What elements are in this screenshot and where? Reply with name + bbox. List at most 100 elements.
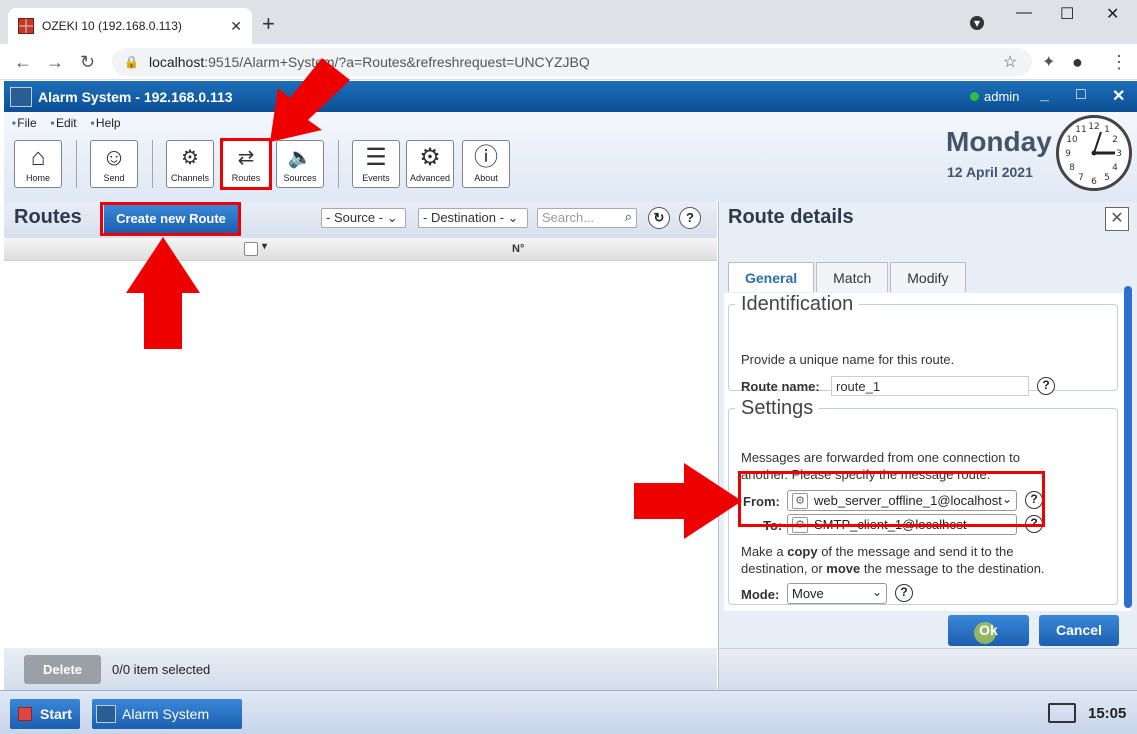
- chevron-down-icon[interactable]: ▾: [262, 241, 267, 252]
- channels-button[interactable]: ⚙ Channels: [166, 140, 214, 188]
- keyboard-icon[interactable]: [1048, 703, 1076, 723]
- profile-dropdown-icon[interactable]: ▾: [970, 16, 984, 30]
- route-name-label: Route name:: [741, 379, 820, 394]
- chevron-down-icon: ⌄: [386, 210, 398, 225]
- taskbar-item-label: Alarm System: [122, 706, 210, 722]
- toolbar-separator: [76, 140, 77, 188]
- events-button[interactable]: ☰ Events: [352, 140, 400, 188]
- mode-desc-text: destination, or: [741, 561, 827, 576]
- analog-clock-icon: 12 12 345 678 91011: [1056, 115, 1132, 191]
- app-title-bar: Alarm System - 192.168.0.113 admin _ □ ✕: [4, 81, 1137, 112]
- tab-general[interactable]: General: [728, 262, 815, 292]
- app-close-icon[interactable]: ✕: [1112, 86, 1125, 106]
- chevron-down-icon: ⌄: [871, 585, 882, 599]
- app-logo-icon: [10, 86, 32, 107]
- routes-header: Routes Create new Route - Source - ⌄ - D…: [4, 202, 717, 238]
- help-icon[interactable]: ?: [895, 584, 913, 602]
- close-details-button[interactable]: ✕: [1105, 207, 1129, 231]
- mode-desc-move: move: [826, 561, 861, 576]
- minimize-window-icon[interactable]: —: [1016, 4, 1032, 22]
- search-input[interactable]: Search... ⌕: [537, 208, 637, 228]
- back-icon[interactable]: ←: [14, 52, 32, 73]
- current-day: Monday: [946, 126, 1052, 157]
- svg-text:2: 2: [1112, 135, 1118, 145]
- events-list-icon: ☰: [365, 144, 387, 171]
- maximize-window-icon[interactable]: ☐: [1060, 4, 1074, 24]
- mode-select[interactable]: Move ⌄: [787, 583, 887, 604]
- new-tab-icon[interactable]: +: [262, 13, 275, 35]
- mode-description-line-2: destination, or move the message to the …: [741, 561, 1045, 576]
- chevron-down-icon: ⌄: [507, 210, 519, 225]
- start-label: Start: [40, 706, 72, 722]
- source-filter-select[interactable]: - Source - ⌄: [321, 208, 406, 228]
- about-button[interactable]: ⓘ About: [462, 140, 510, 188]
- arrow-right-icon: [634, 463, 742, 539]
- reload-icon[interactable]: ↻: [80, 52, 95, 73]
- profile-icon[interactable]: ●: [1072, 52, 1083, 73]
- gear-icon: ⚙: [419, 144, 441, 171]
- events-label: Events: [362, 173, 390, 183]
- mode-desc-copy: copy: [787, 544, 818, 559]
- refresh-button[interactable]: ↻: [648, 207, 670, 229]
- route-name-input[interactable]: route_1: [831, 376, 1029, 396]
- user-indicator[interactable]: admin: [970, 89, 1019, 104]
- destination-filter-select[interactable]: - Destination - ⌄: [418, 208, 528, 228]
- help-button[interactable]: ?: [679, 207, 701, 229]
- settings-legend: Settings: [741, 397, 814, 419]
- close-window-icon[interactable]: ✕: [1106, 4, 1119, 24]
- search-placeholder: Search...: [542, 210, 595, 225]
- taskbar-item-alarm-system[interactable]: Alarm System: [92, 699, 242, 729]
- svg-text:8: 8: [1069, 163, 1075, 173]
- taskbar-clock: 15:05: [1088, 705, 1127, 722]
- ok-label: Ok: [979, 622, 998, 638]
- svg-text:11: 11: [1075, 125, 1086, 135]
- tab-modify[interactable]: Modify: [890, 262, 966, 292]
- extensions-icon[interactable]: ✦: [1042, 52, 1055, 72]
- home-button[interactable]: ⌂ Home: [14, 140, 62, 188]
- mode-desc-text: the message to the destination.: [860, 561, 1045, 576]
- url-field[interactable]: 🔒 localhost:9515/Alarm+System/?a=Routes&…: [112, 48, 1032, 76]
- number-column-header[interactable]: N°: [512, 243, 524, 255]
- cancel-button[interactable]: Cancel: [1039, 615, 1119, 646]
- current-date: 12 April 2021: [947, 164, 1033, 180]
- ok-button[interactable]: Ok: [948, 615, 1029, 646]
- svg-text:12: 12: [1088, 122, 1099, 132]
- browser-tab[interactable]: OZEKI 10 (192.168.0.113) ✕: [8, 8, 252, 44]
- bookmark-star-icon[interactable]: ☆: [1003, 52, 1017, 72]
- forward-icon[interactable]: →: [46, 52, 64, 73]
- send-button[interactable]: ☺ Send: [90, 140, 138, 188]
- menu-file[interactable]: File: [12, 116, 36, 130]
- mode-desc-text: Make a: [741, 544, 788, 559]
- identification-legend: Identification: [741, 293, 854, 315]
- menu-help[interactable]: Help: [91, 116, 121, 130]
- svg-text:3: 3: [1116, 149, 1122, 159]
- svg-text:1: 1: [1104, 125, 1110, 135]
- menu-edit[interactable]: Edit: [51, 116, 77, 130]
- destination-filter-value: - Destination -: [423, 210, 504, 225]
- app-maximize-icon[interactable]: □: [1076, 86, 1086, 104]
- delete-button[interactable]: Delete: [24, 655, 101, 684]
- channels-label: Channels: [170, 173, 210, 183]
- routes-title: Routes: [14, 206, 82, 228]
- svg-text:5: 5: [1104, 173, 1110, 183]
- advanced-button[interactable]: ⚙ Advanced: [406, 140, 454, 188]
- browser-menu-icon[interactable]: ⋮: [1110, 52, 1128, 73]
- help-icon[interactable]: ?: [1037, 377, 1055, 395]
- toolbar-separator: [152, 140, 153, 188]
- app-minimize-icon[interactable]: _: [1040, 86, 1049, 104]
- select-all-checkbox[interactable]: [244, 242, 258, 256]
- lock-icon: 🔒: [124, 55, 139, 69]
- svg-text:7: 7: [1078, 173, 1084, 183]
- search-icon[interactable]: ⌕: [625, 209, 632, 225]
- start-button[interactable]: Start: [10, 699, 80, 729]
- close-tab-icon[interactable]: ✕: [230, 18, 242, 35]
- mode-value: Move: [792, 586, 824, 601]
- info-icon: ⓘ: [474, 144, 498, 171]
- home-icon: ⌂: [30, 144, 46, 171]
- routes-table-header: ▾ N°: [4, 238, 717, 261]
- tab-match[interactable]: Match: [816, 262, 889, 292]
- selection-status: 0/0 item selected: [112, 662, 211, 677]
- svg-text:6: 6: [1091, 177, 1097, 187]
- browser-tab-bar: OZEKI 10 (192.168.0.113) ✕ + ▾ — ☐ ✕: [0, 0, 1137, 44]
- details-scrollbar[interactable]: [1124, 286, 1132, 608]
